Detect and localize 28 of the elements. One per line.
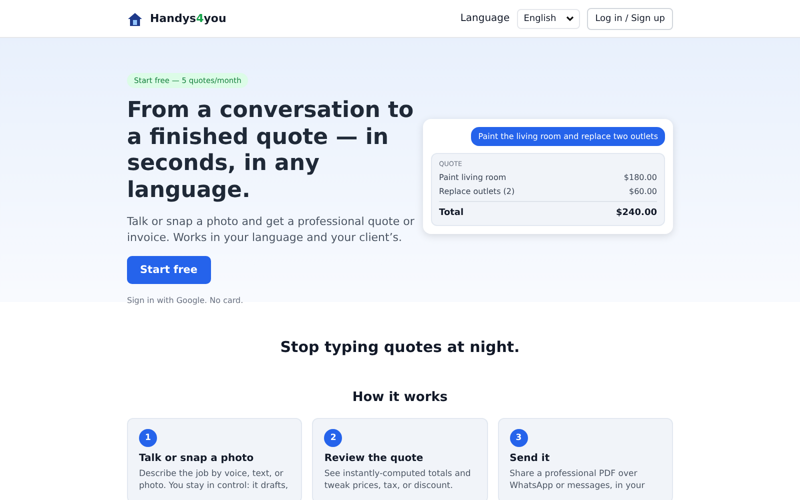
step-text: Describe the job by voice, text, or photo. You stay in control: it drafts, [139,468,290,492]
step-number: 3 [510,429,528,447]
total-label: Total [439,208,464,218]
brand-name[interactable]: Handys4you [150,12,226,25]
start-button[interactable]: Start free [127,256,211,284]
chat-message: Paint the living room and replace two outlets [471,127,665,146]
signin-note: Sign in with Google. No card. [127,296,244,305]
language-label: Language [460,13,510,24]
step-number: 1 [139,429,157,447]
step-number: 2 [324,429,342,447]
language-select[interactable]: English [516,8,580,28]
tagline: Stop typing quotes at night. [279,338,521,356]
total-amount: $240.00 [616,208,657,218]
step-title: Talk or snap a photo [139,453,255,464]
step-text: Share a professional PDF over WhatsApp or messages, in your [510,468,646,492]
step-title: Send it [510,453,551,464]
line-item: Replace outlets (2) [439,187,515,196]
line-item: Paint living room [439,173,506,182]
house-icon [127,10,143,26]
hero-subtitle: Talk or snap a photo and get a professional quote or invoice. Works in your language and your client’s. [127,214,416,246]
login-button[interactable]: Log in / Sign up [587,8,673,30]
section-title: How it works [351,390,449,405]
line-amount: $60.00 [629,187,657,196]
line-amount: $180.00 [624,173,657,182]
step-title: Review the quote [324,453,424,464]
step-text: See instantly-computed totals and tweak prices, tax, or discount. [324,468,472,492]
caret-icon [566,16,574,22]
hero-title: From a conversation to a finished quote — in seconds, in any language. [127,98,415,204]
